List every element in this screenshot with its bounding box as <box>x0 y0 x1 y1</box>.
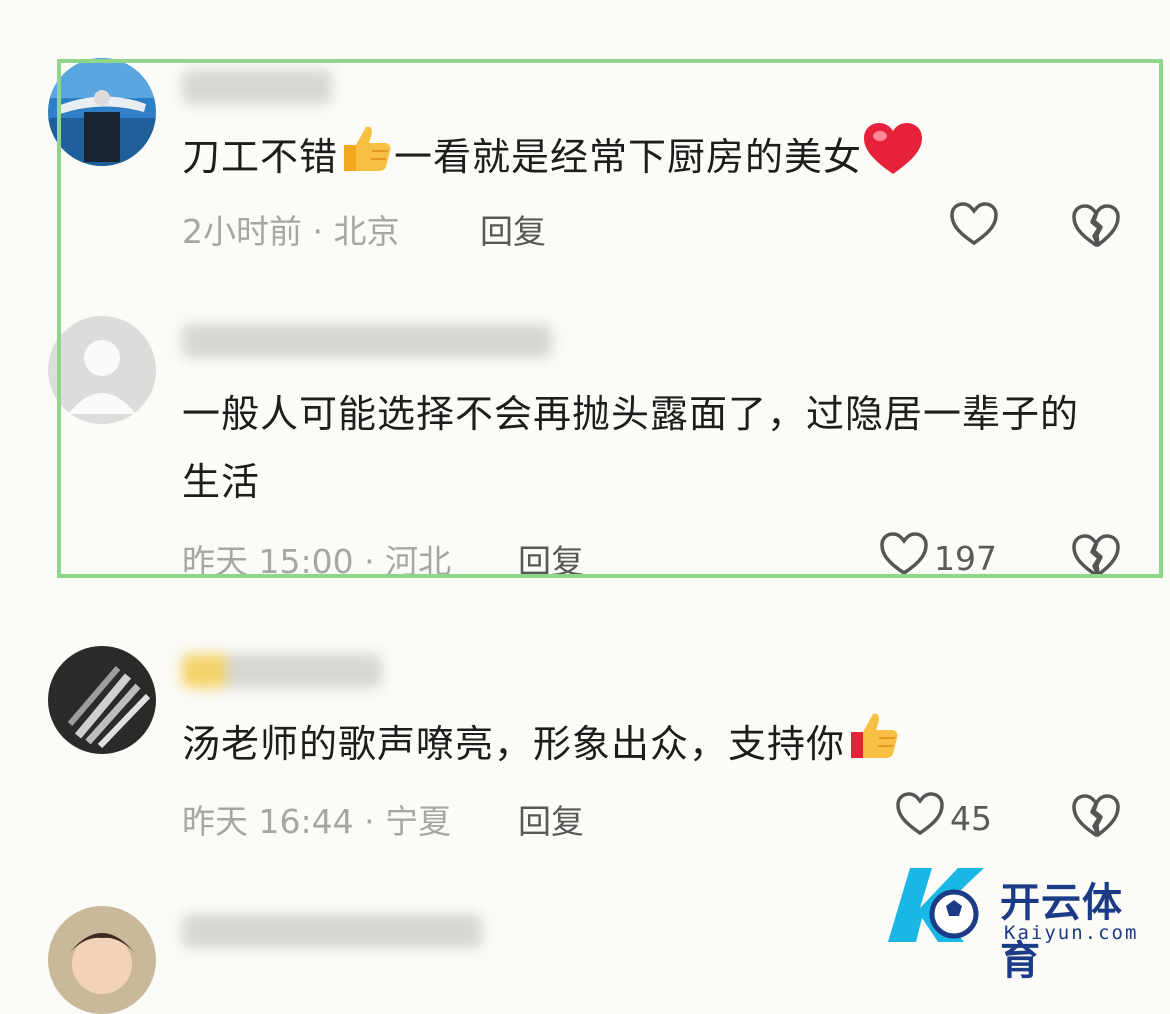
comment-text: 一般人可能选择不会再抛头露面了，过隐居一辈子的生活 <box>182 392 1080 504</box>
comment-text: 汤老师的歌声嘹亮，形象出众，支持你 <box>182 710 1122 783</box>
heart-outline-icon <box>950 202 998 254</box>
dislike-button[interactable] <box>1072 204 1120 252</box>
watermark-en-text: Kaiyun.com <box>1004 922 1139 944</box>
comment-time: 2小时前 <box>182 212 302 251</box>
like-button[interactable]: 45 <box>896 792 992 844</box>
dislike-button[interactable] <box>1072 534 1120 582</box>
user-avatar[interactable] <box>48 906 156 1014</box>
comment-location: 北京 <box>333 212 400 251</box>
comment-time: 昨天 16:44 <box>182 802 354 841</box>
kaiyun-logo-icon <box>888 868 984 942</box>
user-avatar[interactable] <box>48 316 156 424</box>
heart-outline-icon <box>896 792 944 844</box>
kaiyun-watermark-logo: 开云体育 Kaiyun.com <box>880 862 1160 984</box>
reply-button[interactable]: 回复 <box>518 535 584 583</box>
user-avatar[interactable] <box>48 58 156 166</box>
comment-time: 昨天 15:00 <box>182 542 354 581</box>
thumbs-up-icon <box>338 123 394 196</box>
comment-text: 刀工不错 一看就是经常下厨房的美女 <box>182 122 1122 197</box>
red-heart-icon <box>862 122 924 197</box>
like-button[interactable]: 197 <box>880 532 997 584</box>
heart-outline-icon <box>880 532 928 584</box>
broken-heart-icon <box>1072 794 1120 842</box>
like-count: 197 <box>934 538 997 578</box>
like-count: 45 <box>950 798 992 838</box>
comment-location: 河北 <box>385 542 452 581</box>
blurred-username[interactable] <box>182 324 552 358</box>
comment-meta: 昨天 15:00 · 河北 <box>182 542 452 581</box>
broken-heart-icon <box>1072 204 1120 252</box>
thumbs-up-icon <box>845 710 901 783</box>
broken-heart-icon <box>1072 534 1120 582</box>
blurred-username[interactable] <box>182 70 332 104</box>
blurred-username[interactable] <box>182 914 482 948</box>
blurred-username[interactable] <box>182 654 382 688</box>
reply-button[interactable]: 回复 <box>480 205 546 253</box>
reply-button[interactable]: 回复 <box>518 795 584 843</box>
user-avatar[interactable] <box>48 646 156 754</box>
comment-location: 宁夏 <box>385 802 452 841</box>
dislike-button[interactable] <box>1072 794 1120 842</box>
comment-meta: 2小时前 · 北京 <box>182 212 400 251</box>
like-button[interactable] <box>950 202 1004 254</box>
comment-meta: 昨天 16:44 · 宁夏 <box>182 802 452 841</box>
